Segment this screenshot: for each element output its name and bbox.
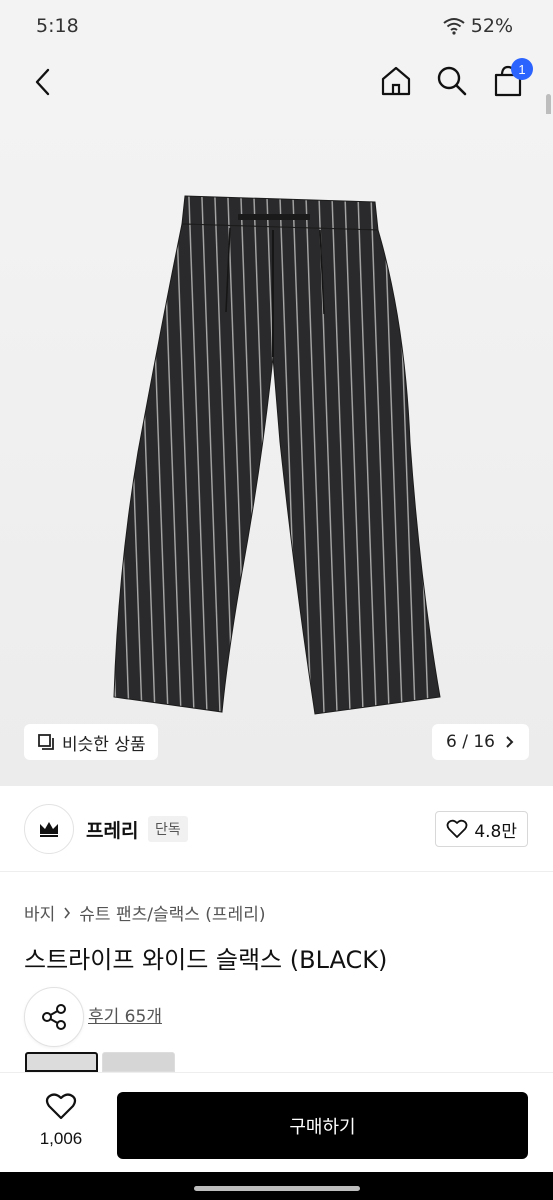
status-bar: 5:18 52% xyxy=(0,0,553,54)
brand-name[interactable]: 프레리 xyxy=(86,816,138,843)
product-image-gallery[interactable]: 비슷한 상품 6 / 16 xyxy=(0,114,553,786)
color-option-thumbnail[interactable] xyxy=(25,1052,98,1072)
reviews-link[interactable]: 후기 65개 xyxy=(88,1002,162,1027)
brand-like-count: 4.8만 xyxy=(474,821,517,842)
home-icon[interactable] xyxy=(379,64,413,98)
breadcrumb-category[interactable]: 바지 xyxy=(24,900,55,925)
chevron-right-icon xyxy=(506,736,514,748)
cart-count-badge: 1 xyxy=(511,58,533,80)
similar-products-button[interactable]: 비슷한 상품 xyxy=(24,724,158,760)
share-button[interactable] xyxy=(24,987,84,1047)
search-icon[interactable] xyxy=(435,64,469,98)
image-pager[interactable]: 6 / 16 xyxy=(432,724,529,760)
copy-icon xyxy=(38,734,54,750)
color-option-thumbnail[interactable] xyxy=(102,1052,175,1072)
wishlist-count: 1,006 xyxy=(39,1129,83,1148)
purchase-bar: 1,006 구매하기 xyxy=(0,1072,553,1172)
wifi-icon xyxy=(443,18,465,35)
breadcrumb: 바지 슈트 팬츠/슬랙스 (프레리) xyxy=(24,900,265,925)
status-right: 52% xyxy=(443,15,513,37)
brand-logo[interactable] xyxy=(24,804,74,854)
wishlist-button[interactable]: 1,006 xyxy=(26,1093,96,1149)
battery-percent: 52% xyxy=(470,15,513,37)
back-arrow-icon[interactable] xyxy=(28,66,60,98)
crown-logo-icon xyxy=(40,822,58,837)
exclusive-badge: 단독 xyxy=(148,816,188,842)
navigation-bar xyxy=(0,1172,553,1200)
brand-like-button[interactable]: 4.8만 xyxy=(435,811,528,847)
top-bar: 1 xyxy=(0,54,553,172)
product-image xyxy=(113,195,441,715)
heart-icon xyxy=(446,819,468,838)
cart-button[interactable]: 1 xyxy=(491,58,533,98)
chevron-right-icon xyxy=(64,907,71,918)
page-indicator: 6 / 16 xyxy=(446,732,495,752)
home-gesture-handle[interactable] xyxy=(194,1186,360,1191)
buy-button[interactable]: 구매하기 xyxy=(117,1092,528,1159)
brand-row: 프레리 단독 4.8만 xyxy=(0,786,553,872)
status-time: 5:18 xyxy=(36,15,79,37)
share-icon xyxy=(42,1004,66,1030)
heart-icon xyxy=(45,1093,77,1120)
similar-products-label: 비슷한 상품 xyxy=(62,734,146,755)
breadcrumb-subcategory[interactable]: 슈트 팬츠/슬랙스 (프레리) xyxy=(79,900,265,925)
product-title: 스트라이프 와이드 슬랙스 (BLACK) xyxy=(24,946,388,974)
